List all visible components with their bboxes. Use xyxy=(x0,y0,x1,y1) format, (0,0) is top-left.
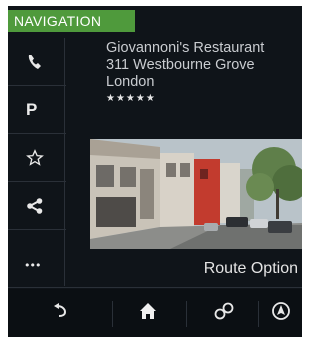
bottom-bar xyxy=(8,289,302,337)
parking-button[interactable]: P xyxy=(8,86,66,134)
back-button[interactable] xyxy=(28,289,92,337)
street-view-photo[interactable] xyxy=(90,139,302,249)
bottom-bar-divider xyxy=(8,287,302,288)
phone-icon xyxy=(26,53,44,71)
link-button[interactable] xyxy=(192,289,256,337)
favourite-button[interactable] xyxy=(8,134,66,182)
navigation-badge: NAVIGATION xyxy=(8,10,135,32)
navigation-button[interactable] xyxy=(260,289,302,337)
link-icon xyxy=(214,302,234,324)
share-icon xyxy=(26,197,44,215)
bottom-divider xyxy=(186,301,187,327)
navigation-icon xyxy=(271,301,291,325)
poi-address-line2: London xyxy=(106,74,155,90)
poi-name: Giovannoni's Restaurant xyxy=(106,40,265,56)
home-button[interactable] xyxy=(116,289,180,337)
bottom-divider xyxy=(112,301,113,327)
more-button[interactable]: ••• xyxy=(8,244,66,286)
back-icon xyxy=(52,303,68,323)
more-icon: ••• xyxy=(24,258,41,272)
bottom-divider xyxy=(258,301,259,327)
infotainment-screen: NAVIGATION P ••• Giovannoni's Restaurant… xyxy=(8,6,302,337)
star-outline-icon xyxy=(26,148,44,167)
poi-address-line1: 311 Westbourne Grove xyxy=(106,57,255,73)
route-options-button[interactable]: Route Option xyxy=(204,260,298,278)
poi-rating: ★★★★★ xyxy=(106,93,156,104)
share-button[interactable] xyxy=(8,182,66,230)
poi-details: Giovannoni's Restaurant 311 Westbourne G… xyxy=(106,40,302,105)
call-button[interactable] xyxy=(8,38,66,86)
parking-icon: P xyxy=(26,99,38,119)
home-icon xyxy=(139,302,157,324)
